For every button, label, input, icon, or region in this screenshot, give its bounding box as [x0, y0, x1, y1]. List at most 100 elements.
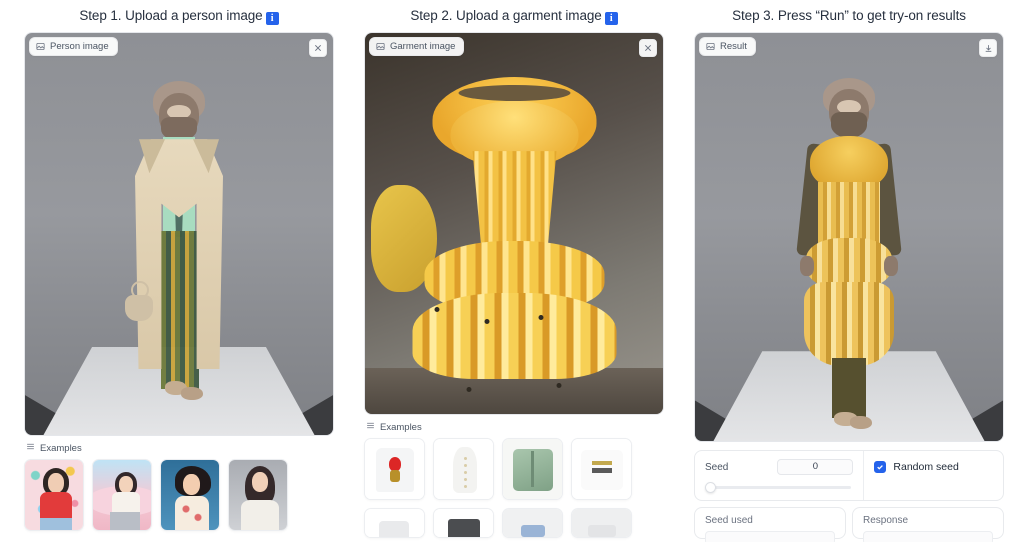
close-icon[interactable]: [309, 39, 327, 57]
check-icon: [877, 465, 884, 470]
garment-example-art-6: [434, 509, 493, 537]
garment-example-thumb-8[interactable]: [571, 508, 632, 538]
person-image-canvas: Person image: [25, 33, 333, 435]
person-example-face-1: [48, 473, 64, 493]
result-figure: [774, 77, 924, 429]
seed-control-top: Seed 0: [705, 459, 854, 475]
seed-used-field[interactable]: [705, 531, 835, 542]
seed-label: Seed: [705, 461, 729, 473]
person-example-thumb-1[interactable]: [24, 459, 84, 531]
garment-image-badge-label: Garment image: [390, 41, 456, 52]
garment-example-tank-2: [453, 447, 477, 493]
step-2-title-text: Step 2. Upload a garment image: [410, 8, 602, 23]
person-example-art-1: [25, 460, 83, 530]
random-seed-control[interactable]: Random seed: [864, 451, 1003, 500]
garment-example-thumb-5[interactable]: [364, 508, 425, 538]
step-1-title-text: Step 1. Upload a person image: [79, 8, 263, 23]
garment-image-badge: Garment image: [369, 37, 465, 56]
person-example-art-4: [229, 460, 287, 530]
person-example-thumb-3[interactable]: [160, 459, 220, 531]
result-figure-hand-right: [884, 255, 898, 276]
seed-used-label: Seed used: [705, 515, 753, 526]
result-image-panel[interactable]: Result: [694, 32, 1004, 442]
garment-example-thumb-4[interactable]: [571, 438, 632, 500]
garment-example-art-8: [572, 509, 631, 537]
step-2-title: Step 2. Upload a garment image i: [364, 0, 664, 32]
person-column: Step 1. Upload a person image i Person i…: [24, 0, 334, 539]
garment-example-thumb-6[interactable]: [433, 508, 494, 538]
list-icon: [366, 421, 375, 433]
result-image-canvas: Result: [695, 33, 1003, 441]
garment-example-top-7: [521, 525, 545, 537]
person-image-artwork: [25, 33, 333, 435]
person-example-art-2: [93, 460, 151, 530]
result-figure-shoe-right: [850, 415, 872, 429]
step-3-title: Step 3. Press “Run” to get try-on result…: [694, 0, 1004, 32]
response-field[interactable]: [863, 531, 993, 542]
garment-examples-label: Examples: [364, 415, 664, 438]
person-example-face-3: [183, 474, 200, 495]
random-seed-checkbox[interactable]: [874, 461, 887, 473]
garment-example-top-8: [588, 525, 616, 537]
dress-skirt-tier-2: [412, 293, 617, 380]
seed-slider[interactable]: [705, 482, 853, 493]
garment-examples-label-text: Examples: [380, 421, 422, 433]
garment-example-thumb-2[interactable]: [433, 438, 494, 500]
person-examples-label: Examples: [24, 436, 334, 459]
result-image-artwork: [695, 33, 1003, 441]
garment-image-artwork: [365, 33, 663, 414]
garment-example-top-6: [448, 519, 480, 537]
person-example-pants-2: [110, 512, 140, 530]
figure-shoe-right: [181, 387, 203, 401]
garment-example-art-2: [434, 439, 493, 499]
garment-image-canvas: Garment image: [365, 33, 663, 414]
info-icon[interactable]: i: [265, 12, 279, 25]
result-dress-tier-2: [804, 281, 894, 366]
seed-controls-row: Seed 0 Random seed: [694, 450, 1004, 501]
garment-example-art-4: [572, 439, 631, 499]
result-controls-spacer: [694, 442, 1004, 450]
garment-example-art-1: [365, 439, 424, 499]
person-image-panel[interactable]: Person image: [24, 32, 334, 436]
garment-example-thumb-3[interactable]: [502, 438, 563, 500]
seed-slider-knob[interactable]: [705, 482, 716, 493]
seed-used-box: Seed used: [694, 507, 846, 542]
close-icon[interactable]: [639, 39, 657, 57]
garment-example-print-1: [389, 457, 401, 471]
person-image-badge: Person image: [29, 37, 118, 56]
list-icon: [26, 442, 35, 454]
dress-banana-tip-1: [434, 307, 440, 313]
seed-control: Seed 0: [695, 451, 865, 500]
person-example-jeans-1: [40, 518, 72, 530]
result-figure-hand-left: [800, 255, 814, 276]
three-step-columns: Step 1. Upload a person image i Person i…: [0, 0, 1024, 542]
seed-input[interactable]: 0: [777, 459, 854, 475]
person-example-thumb-2[interactable]: [92, 459, 152, 531]
garment-example-thumb-7[interactable]: [502, 508, 563, 538]
figure-trousers: [161, 231, 199, 390]
garment-image-panel[interactable]: Garment image: [364, 32, 664, 415]
person-image-badge-label: Person image: [50, 41, 109, 52]
garment-example-thumb-1[interactable]: [364, 438, 425, 500]
person-example-art-3: [161, 460, 219, 530]
garment-examples-grid: [364, 438, 664, 538]
dress-banana-tip-3: [538, 315, 544, 321]
download-icon[interactable]: [979, 39, 997, 57]
seed-slider-track: [709, 486, 852, 489]
garment-example-art-3: [503, 439, 562, 499]
step-1-title: Step 1. Upload a person image i: [24, 0, 334, 32]
info-icon[interactable]: i: [604, 12, 618, 25]
result-image-badge: Result: [699, 37, 756, 56]
virtual-tryon-app: Step 1. Upload a person image i Person i…: [0, 0, 1024, 542]
person-example-pattern-3: [177, 500, 207, 530]
image-icon: [376, 42, 385, 51]
image-icon: [36, 42, 45, 51]
person-example-top-2: [112, 492, 140, 514]
person-example-top-1: [40, 492, 72, 520]
response-label: Response: [863, 515, 909, 526]
result-column: Step 3. Press “Run” to get try-on result…: [694, 0, 1004, 542]
image-icon: [706, 42, 715, 51]
dress-neckline: [458, 85, 571, 102]
person-example-thumb-4[interactable]: [228, 459, 288, 531]
garment-example-print-badge-1: [390, 470, 400, 482]
